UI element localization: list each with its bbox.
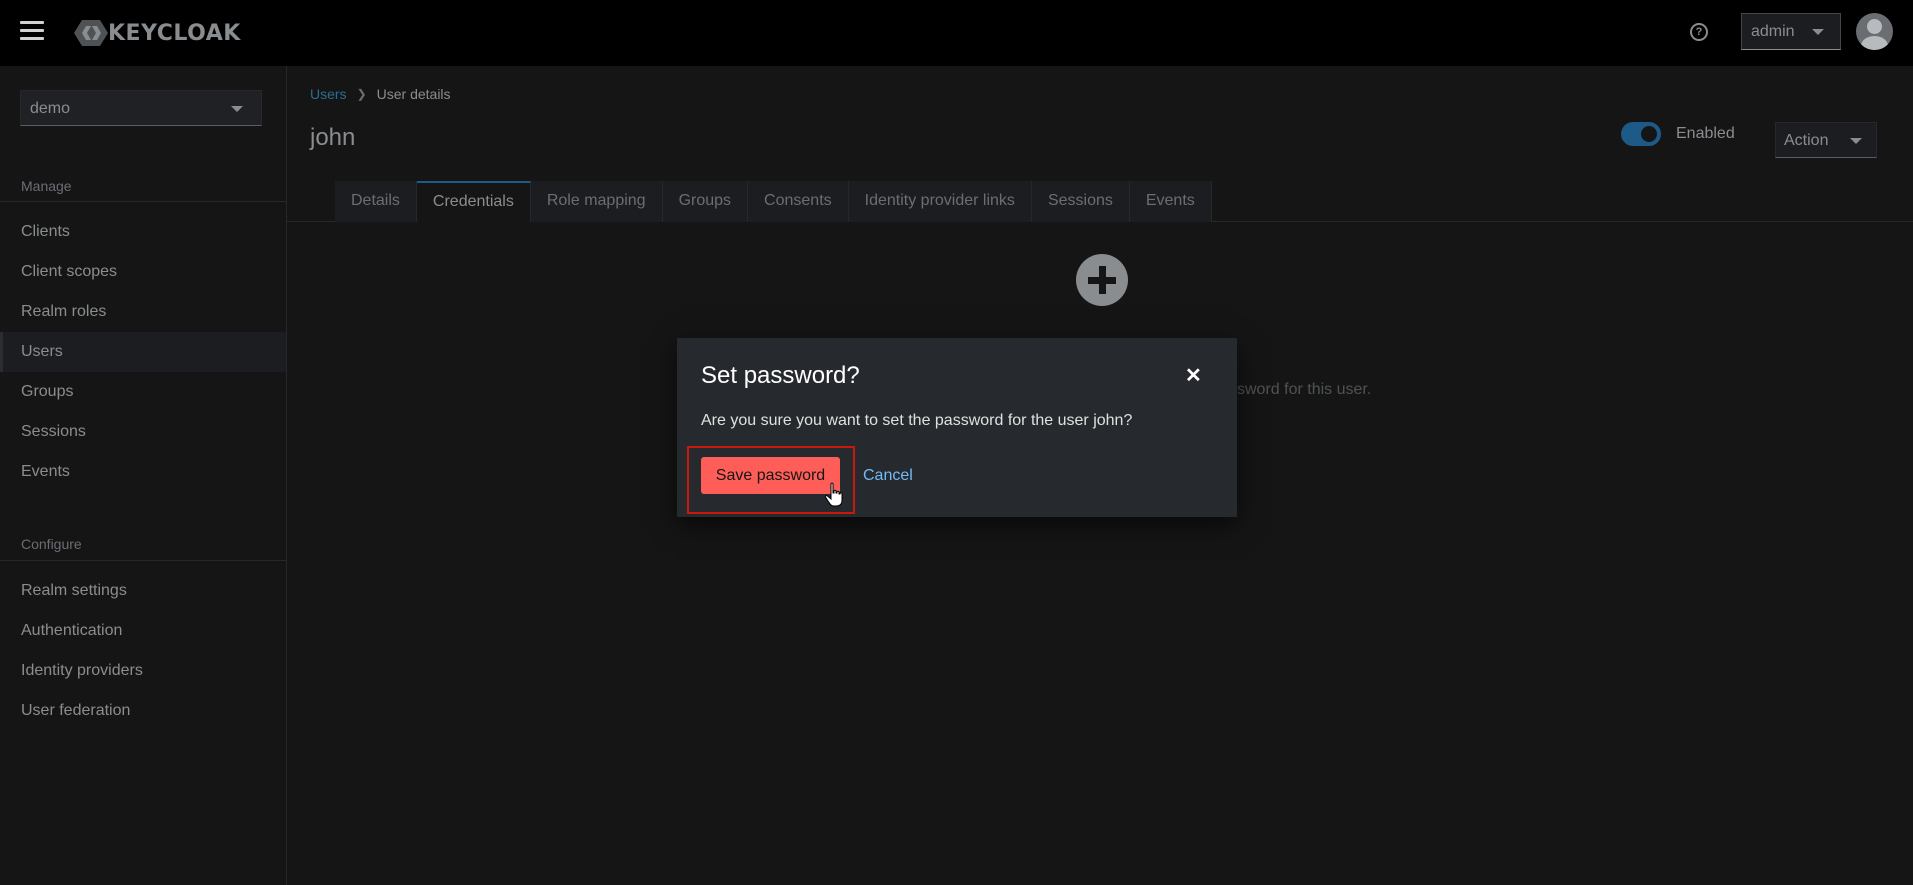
save-password-button[interactable]: Save password [701, 457, 840, 494]
modal-backdrop: Set password? ✕ Are you sure you want to… [0, 0, 1913, 885]
set-password-modal: Set password? ✕ Are you sure you want to… [677, 338, 1237, 517]
hand-cursor-icon [824, 482, 843, 507]
close-icon[interactable]: ✕ [1185, 366, 1202, 386]
modal-body-text: Are you sure you want to set the passwor… [701, 412, 1133, 429]
modal-title: Set password? [701, 362, 860, 389]
cancel-button[interactable]: Cancel [863, 457, 913, 494]
